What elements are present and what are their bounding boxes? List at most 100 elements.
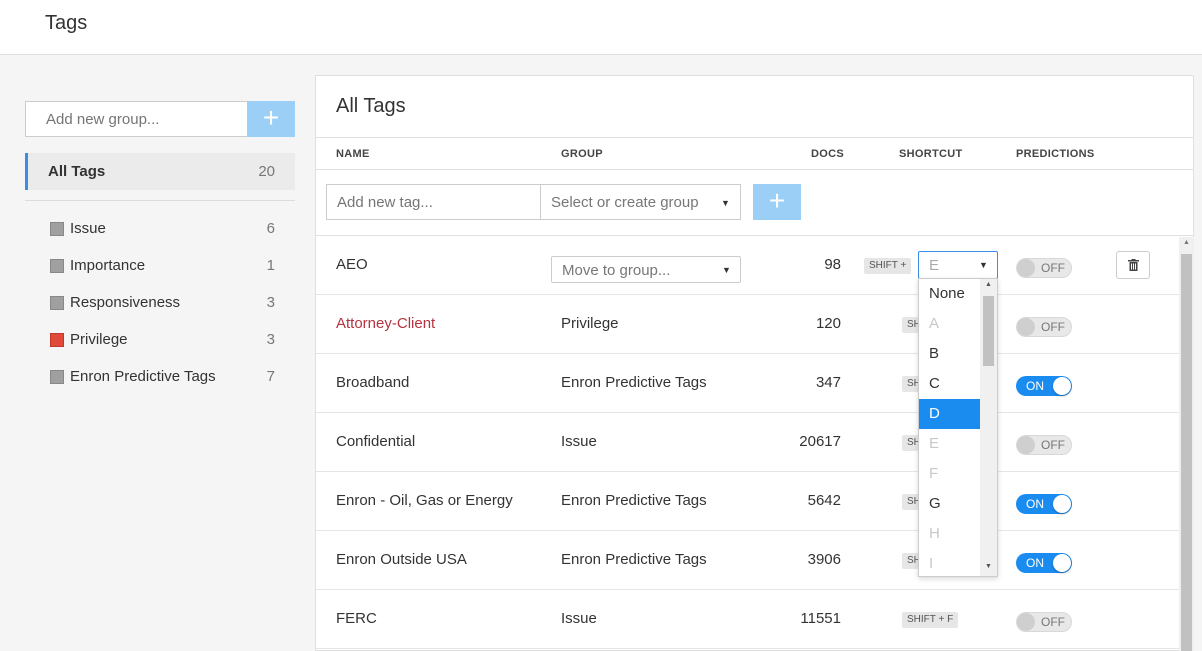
predictions-toggle[interactable]: ON — [1016, 553, 1072, 573]
shortcut-option[interactable]: C — [919, 369, 981, 399]
predictions-toggle[interactable]: ON — [1016, 494, 1072, 514]
toggle-knob — [1053, 377, 1071, 395]
shortcut-badge: SHIFT + — [864, 258, 912, 274]
tag-name[interactable]: Broadband — [336, 374, 409, 391]
table-row: AEO Move to group... ▼ 98 SHIFT + E ▼ OFF — [316, 236, 1179, 295]
group-count: 3 — [266, 331, 275, 348]
tag-group: Enron Predictive Tags — [561, 492, 707, 509]
tag-name[interactable]: AEO — [336, 256, 368, 273]
column-header-docs: DOCS — [811, 148, 844, 160]
top-bar: Tags — [0, 0, 1202, 55]
column-header-shortcut: SHORTCUT — [899, 148, 963, 160]
scroll-up-arrow-icon[interactable]: ▲ — [1183, 239, 1190, 246]
shortcut-option[interactable]: G — [919, 489, 981, 519]
toggle-label: ON — [1026, 379, 1044, 393]
new-tag-group-select[interactable]: Select or create group ▼ — [541, 184, 741, 220]
tag-docs-count: 98 — [824, 256, 841, 273]
tag-name[interactable]: Enron - Oil, Gas or Energy — [336, 492, 513, 509]
table-row: Confidential Issue 20617 SHIFT + OFF — [316, 413, 1179, 472]
toggle-knob — [1017, 259, 1035, 277]
all-tags-label: All Tags — [48, 163, 106, 180]
panel-title: All Tags — [336, 95, 406, 117]
sidebar-group-item[interactable]: Issue 6 — [25, 211, 295, 248]
sidebar-group-item[interactable]: Importance 1 — [25, 248, 295, 285]
group-count: 1 — [266, 257, 275, 274]
caret-down-icon: ▼ — [721, 198, 730, 208]
group-name: Privilege — [70, 331, 128, 348]
table-row: Enron Outside USA Enron Predictive Tags 39… — [316, 531, 1179, 590]
new-tag-input[interactable] — [326, 184, 541, 220]
tag-name[interactable]: FERC — [336, 610, 377, 627]
column-header-predictions: PREDICTIONS — [1016, 148, 1095, 160]
group-color-swatch — [50, 296, 64, 310]
shortcut-select-value: E — [929, 257, 940, 274]
shortcut-badge: SHIFT + — [902, 435, 919, 451]
group-name: Enron Predictive Tags — [70, 368, 216, 385]
toggle-label: OFF — [1041, 615, 1065, 629]
sidebar-group-item[interactable]: Enron Predictive Tags 7 — [25, 359, 295, 396]
group-color-swatch — [50, 222, 64, 236]
dropdown-scrollbar[interactable]: ▲ ▼ — [980, 279, 997, 576]
toggle-knob — [1017, 613, 1035, 631]
sidebar-divider — [25, 200, 295, 201]
column-header-name: NAME — [336, 148, 370, 160]
toggle-knob — [1017, 436, 1035, 454]
predictions-toggle[interactable]: OFF — [1016, 612, 1072, 632]
tag-name[interactable]: Confidential — [336, 433, 415, 450]
group-color-swatch — [50, 259, 64, 273]
predictions-toggle[interactable]: OFF — [1016, 435, 1072, 455]
table-row: FERC Issue 11551 SHIFT + F OFF — [316, 590, 1179, 649]
shortcut-option: I — [929, 555, 934, 572]
group-count: 3 — [266, 294, 275, 311]
tag-docs-count: 120 — [815, 315, 841, 332]
shortcut-option[interactable]: B — [919, 339, 981, 369]
toggle-label: ON — [1026, 556, 1044, 570]
table-row: Broadband Enron Predictive Tags 347 SHIFT +… — [316, 354, 1179, 413]
move-to-group-select[interactable]: Move to group... ▼ — [551, 256, 741, 283]
shortcut-option[interactable]: None — [919, 279, 981, 309]
group-list: Issue 6 Importance 1 Responsiveness 3 Privileg… — [25, 211, 295, 396]
table-header: NAME GROUP DOCS SHORTCUT PREDICTIONS — [316, 137, 1193, 170]
table-row: Enron - Oil, Gas or Energy Enron Predicti… — [316, 472, 1179, 531]
group-name: Responsiveness — [70, 294, 181, 311]
shortcut-select[interactable]: E ▼ — [918, 251, 998, 279]
new-tag-group-placeholder: Select or create group — [551, 194, 699, 211]
predictions-toggle[interactable]: ON — [1016, 376, 1072, 396]
shortcut-dropdown-list[interactable]: None A B C D E F G H I ▲ ▼ — [918, 278, 998, 577]
delete-tag-button[interactable] — [1116, 251, 1150, 279]
add-group-button[interactable]: + — [247, 101, 295, 137]
tag-docs-count: 11551 — [800, 610, 841, 627]
tag-group: Issue — [561, 433, 597, 450]
sidebar-item-all-tags[interactable]: All Tags 20 — [25, 153, 295, 190]
scroll-up-arrow-icon[interactable]: ▲ — [985, 281, 992, 288]
predictions-toggle[interactable]: OFF — [1016, 317, 1072, 337]
shortcut-option[interactable]: D — [919, 399, 981, 429]
trash-icon — [1128, 259, 1139, 271]
add-tag-button[interactable]: + — [753, 184, 801, 220]
table-row: Attorney-Client Privilege 120 SHIFT + OFF — [316, 295, 1179, 354]
shortcut-badge: SHIFT + — [902, 553, 919, 569]
tag-docs-count: 3906 — [807, 551, 841, 568]
group-color-swatch — [50, 333, 64, 347]
move-to-group-placeholder: Move to group... — [562, 262, 671, 279]
toggle-label: OFF — [1041, 261, 1065, 275]
dropdown-scroll-thumb[interactable] — [983, 296, 994, 366]
tag-name[interactable]: Attorney-Client — [336, 315, 435, 332]
main-scroll-thumb[interactable] — [1181, 254, 1192, 651]
main-scrollbar[interactable]: ▲ — [1179, 237, 1194, 651]
sidebar-group-item[interactable]: Privilege 3 — [25, 322, 295, 359]
tag-group: Privilege — [561, 315, 619, 332]
toggle-label: OFF — [1041, 320, 1065, 334]
toggle-label: OFF — [1041, 438, 1065, 452]
group-count: 6 — [266, 220, 275, 237]
shortcut-option: H — [929, 525, 940, 542]
shortcut-badge: SHIFT + — [902, 376, 919, 392]
sidebar-group-item[interactable]: Responsiveness 3 — [25, 285, 295, 322]
add-group-input[interactable] — [25, 101, 247, 137]
toggle-label: ON — [1026, 497, 1044, 511]
tag-group: Issue — [561, 610, 597, 627]
group-name: Issue — [70, 220, 106, 237]
scroll-down-arrow-icon[interactable]: ▼ — [985, 563, 992, 570]
predictions-toggle[interactable]: OFF — [1016, 258, 1072, 278]
tag-name[interactable]: Enron Outside USA — [336, 551, 467, 568]
